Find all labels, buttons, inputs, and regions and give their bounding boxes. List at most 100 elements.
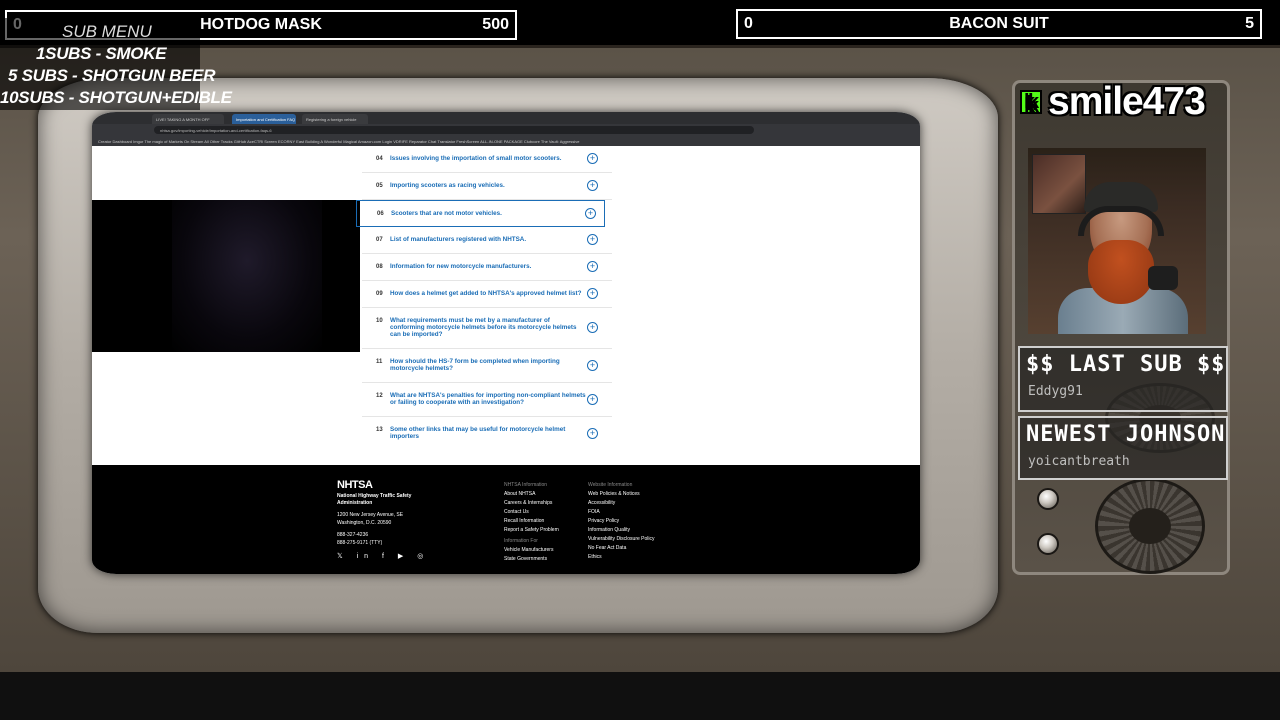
embedded-video[interactable] [92, 200, 360, 352]
faq-item[interactable]: 04 Issues involving the importation of s… [362, 146, 612, 173]
faq-number: 11 [376, 359, 383, 365]
faq-question[interactable]: Some other links that may be useful for … [390, 426, 586, 440]
bookmarks-bar[interactable]: Creator Dashboard Imgur The magic of Mar… [92, 136, 920, 146]
faq-question[interactable]: How should the HS-7 form be completed wh… [390, 358, 586, 372]
faq-question[interactable]: What requirements must be met by a manuf… [390, 317, 586, 338]
footer-link[interactable]: Information Quality [588, 526, 655, 535]
address-line: 1200 New Jersey Avenue, SE [337, 512, 404, 518]
faq-question[interactable]: List of manufacturers registered with NH… [390, 236, 586, 243]
faq-item[interactable]: 07 List of manufacturers registered with… [362, 227, 612, 254]
nhtsa-logo[interactable]: NHTSA [337, 479, 373, 491]
browser-tab-bar: LIVE! TAKING A MONTH OFF Importation and… [92, 112, 920, 124]
footer-link[interactable]: Recall Information [504, 517, 559, 526]
expand-plus-icon[interactable]: + [587, 180, 598, 191]
background-poster [1032, 154, 1086, 214]
browser-tab[interactable]: LIVE! TAKING A MONTH OFF [152, 114, 224, 124]
footer-address: National Highway Traffic Safety Administ… [337, 493, 417, 547]
footer-link[interactable]: No Fear Act Data [588, 544, 655, 553]
tv-screen: LIVE! TAKING A MONTH OFF Importation and… [92, 112, 920, 574]
streamer-name: k smile473 [1020, 80, 1206, 124]
expand-plus-icon[interactable]: + [587, 360, 598, 371]
footer-col-head: NHTSA Information [504, 482, 548, 488]
footer-col-head: Information For [504, 538, 538, 544]
social-icons[interactable]: 𝕏 in f ▶ ◎ [337, 552, 429, 560]
faq-number: 10 [376, 318, 383, 324]
faq-number: 05 [376, 183, 383, 189]
footer-col-head: Website Information [588, 482, 633, 488]
faq-item[interactable]: 05 Importing scooters as racing vehicles… [362, 173, 612, 200]
footer-link[interactable]: Web Policies & Notices [588, 490, 655, 499]
footer-col-nhtsa-info: NHTSA Information About NHTSA Careers & … [504, 481, 559, 564]
faq-number: 08 [376, 264, 383, 270]
footer-link[interactable]: Vulnerability Disclosure Policy [588, 535, 655, 544]
faq-number: 04 [376, 156, 383, 162]
expand-plus-icon[interactable]: + [587, 288, 598, 299]
expand-plus-icon[interactable]: + [587, 428, 598, 439]
browser-toolbar: nhtsa.gov/importing-vehicle/importation-… [92, 124, 920, 136]
faq-item[interactable]: 10 What requirements must be met by a ma… [362, 308, 612, 349]
phone[interactable]: 888-327-4236 [337, 531, 417, 539]
sub-menu-title: SUB MENU [62, 22, 152, 41]
last-sub-box: $$ LAST SUB $$ Eddyg91 [1018, 346, 1228, 412]
sub-menu-line: 10SUBS - SHOTGUN+EDIBLE [0, 88, 232, 107]
faq-question[interactable]: Information for new motorcycle manufactu… [390, 263, 586, 270]
browser-tab[interactable]: Registering a foreign vehicle [302, 114, 368, 124]
tv-dial [1095, 478, 1205, 574]
newest-name: yoicantbreath [1028, 454, 1130, 469]
faq-item[interactable]: 08 Information for new motorcycle manufa… [362, 254, 612, 281]
faq-question[interactable]: Issues involving the importation of smal… [390, 155, 586, 162]
expand-plus-icon[interactable]: + [587, 322, 598, 333]
expand-plus-icon[interactable]: + [587, 394, 598, 405]
last-sub-name: Eddyg91 [1028, 384, 1083, 399]
faq-item-focused[interactable]: 06 Scooters that are not motor vehicles.… [356, 200, 605, 227]
footer-link[interactable]: Vehicle Manufacturers [504, 546, 559, 555]
kick-icon: k [1020, 90, 1042, 115]
headset-icon [1078, 206, 1164, 236]
faq-number: 09 [376, 291, 383, 297]
tv-knob [1037, 488, 1059, 510]
faq-number: 06 [377, 211, 384, 217]
footer-link[interactable]: Contact Us [504, 508, 559, 517]
sub-menu-line: 5 SUBS - SHOTGUN BEER [8, 66, 216, 85]
expand-plus-icon[interactable]: + [585, 208, 596, 219]
last-sub-label: $$ LAST SUB $$ [1026, 352, 1226, 377]
phone[interactable]: 888-275-9171 (TTY) [337, 539, 417, 547]
faq-question[interactable]: Scooters that are not motor vehicles. [391, 210, 587, 217]
expand-plus-icon[interactable]: + [587, 261, 598, 272]
goal-target: 5 [1245, 15, 1254, 32]
footer-link[interactable]: Ethics [588, 553, 655, 562]
expand-plus-icon[interactable]: + [587, 153, 598, 164]
faq-question[interactable]: How does a helmet get added to NHTSA's a… [390, 290, 586, 297]
sub-menu: SUB MENU 1SUBS - SMOKE 5 SUBS - SHOTGUN … [0, 18, 232, 110]
footer-link[interactable]: FOIA [588, 508, 655, 517]
faq-item[interactable]: 13 Some other links that may be useful f… [362, 417, 612, 451]
expand-plus-icon[interactable]: + [587, 234, 598, 245]
goal-title: BACON SUIT [949, 15, 1049, 32]
site-footer: NHTSA National Highway Traffic Safety Ad… [92, 465, 920, 574]
footer-link[interactable]: Report a Safety Problem [504, 526, 559, 535]
tv-knob [1037, 533, 1059, 555]
footer-link[interactable]: Careers & Internships [504, 499, 559, 508]
address-bar[interactable]: nhtsa.gov/importing-vehicle/importation-… [154, 126, 754, 134]
footer-link[interactable]: Accessibility [588, 499, 655, 508]
footer-link[interactable]: Privacy Policy [588, 517, 655, 526]
webcam-beard [1088, 240, 1154, 304]
org-name: National Highway Traffic Safety Administ… [337, 493, 412, 506]
faq-question[interactable]: Importing scooters as racing vehicles. [390, 182, 586, 189]
faq-question[interactable]: What are NHTSA's penalties for importing… [390, 392, 586, 406]
footer-link[interactable]: State Governments [504, 555, 559, 564]
sub-menu-line: 1SUBS - SMOKE [36, 44, 167, 63]
address-line: Washington, D.C. 20590 [337, 520, 392, 526]
faq-number: 07 [376, 237, 383, 243]
newest-label: NEWEST JOHNSON [1026, 422, 1226, 447]
goal-bar-bacon-suit: 0 BACON SUIT 5 [736, 9, 1262, 39]
browser-tab-active[interactable]: Importation and Certification FAQ [232, 114, 296, 124]
streamer-username: smile473 [1048, 80, 1206, 123]
footer-link[interactable]: About NHTSA [504, 490, 559, 499]
faq-item[interactable]: 11 How should the HS-7 form be completed… [362, 349, 612, 383]
faq-list: 04 Issues involving the importation of s… [356, 146, 612, 451]
faq-item[interactable]: 09 How does a helmet get added to NHTSA'… [362, 281, 612, 308]
faq-number: 13 [376, 427, 383, 433]
faq-item[interactable]: 12 What are NHTSA's penalties for import… [362, 383, 612, 417]
footer-col-website-info: Website Information Web Policies & Notic… [588, 481, 655, 562]
